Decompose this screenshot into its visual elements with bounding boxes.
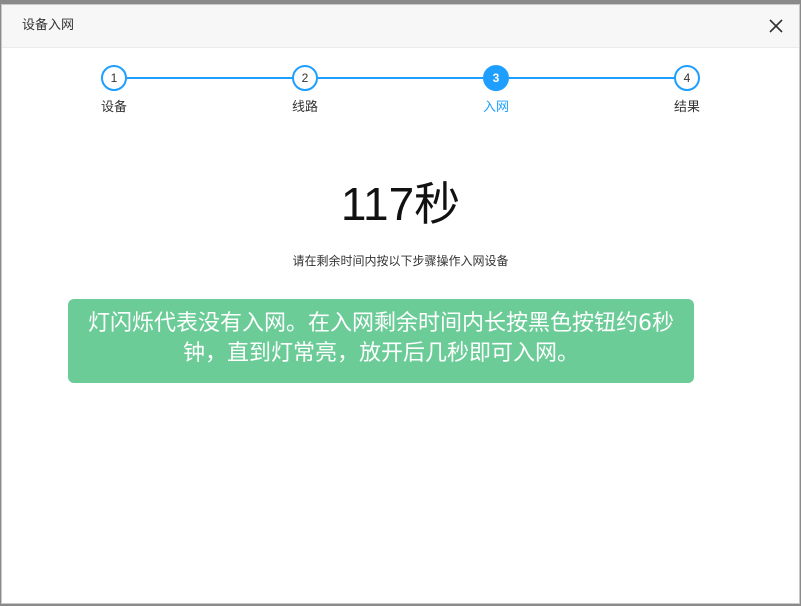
step-connector [127, 77, 293, 79]
step-2-circle: 2 [292, 65, 318, 91]
countdown-timer: 117秒 [340, 178, 461, 230]
step-1-circle: 1 [101, 65, 127, 91]
step-connector [318, 77, 484, 79]
step-2-label: 线路 [291, 100, 318, 115]
step-4-label: 结果 [673, 100, 700, 115]
step-4-circle: 4 [674, 65, 700, 91]
tip-box: 灯闪烁代表没有入网。在入网剩余时间内长按黑色按钮约6秒钟，直到灯常亮，放开后几秒… [68, 299, 694, 383]
step-3-circle: 3 [483, 65, 509, 91]
step-3-label: 入网 [482, 100, 509, 115]
step-1-label: 设备 [100, 100, 127, 115]
network-join-dialog: 设备 入网 1 2 3 4 设备 线路 入网 结果 117秒 请在剩余时间内按以下… [1, 4, 800, 604]
instruction-text: 请在剩余时间内按以下步骤操作入网设备 [292, 254, 509, 268]
step-connector [509, 77, 675, 79]
step-progress: 1 2 3 4 设备 线路 入网 结果 [2, 5, 799, 135]
